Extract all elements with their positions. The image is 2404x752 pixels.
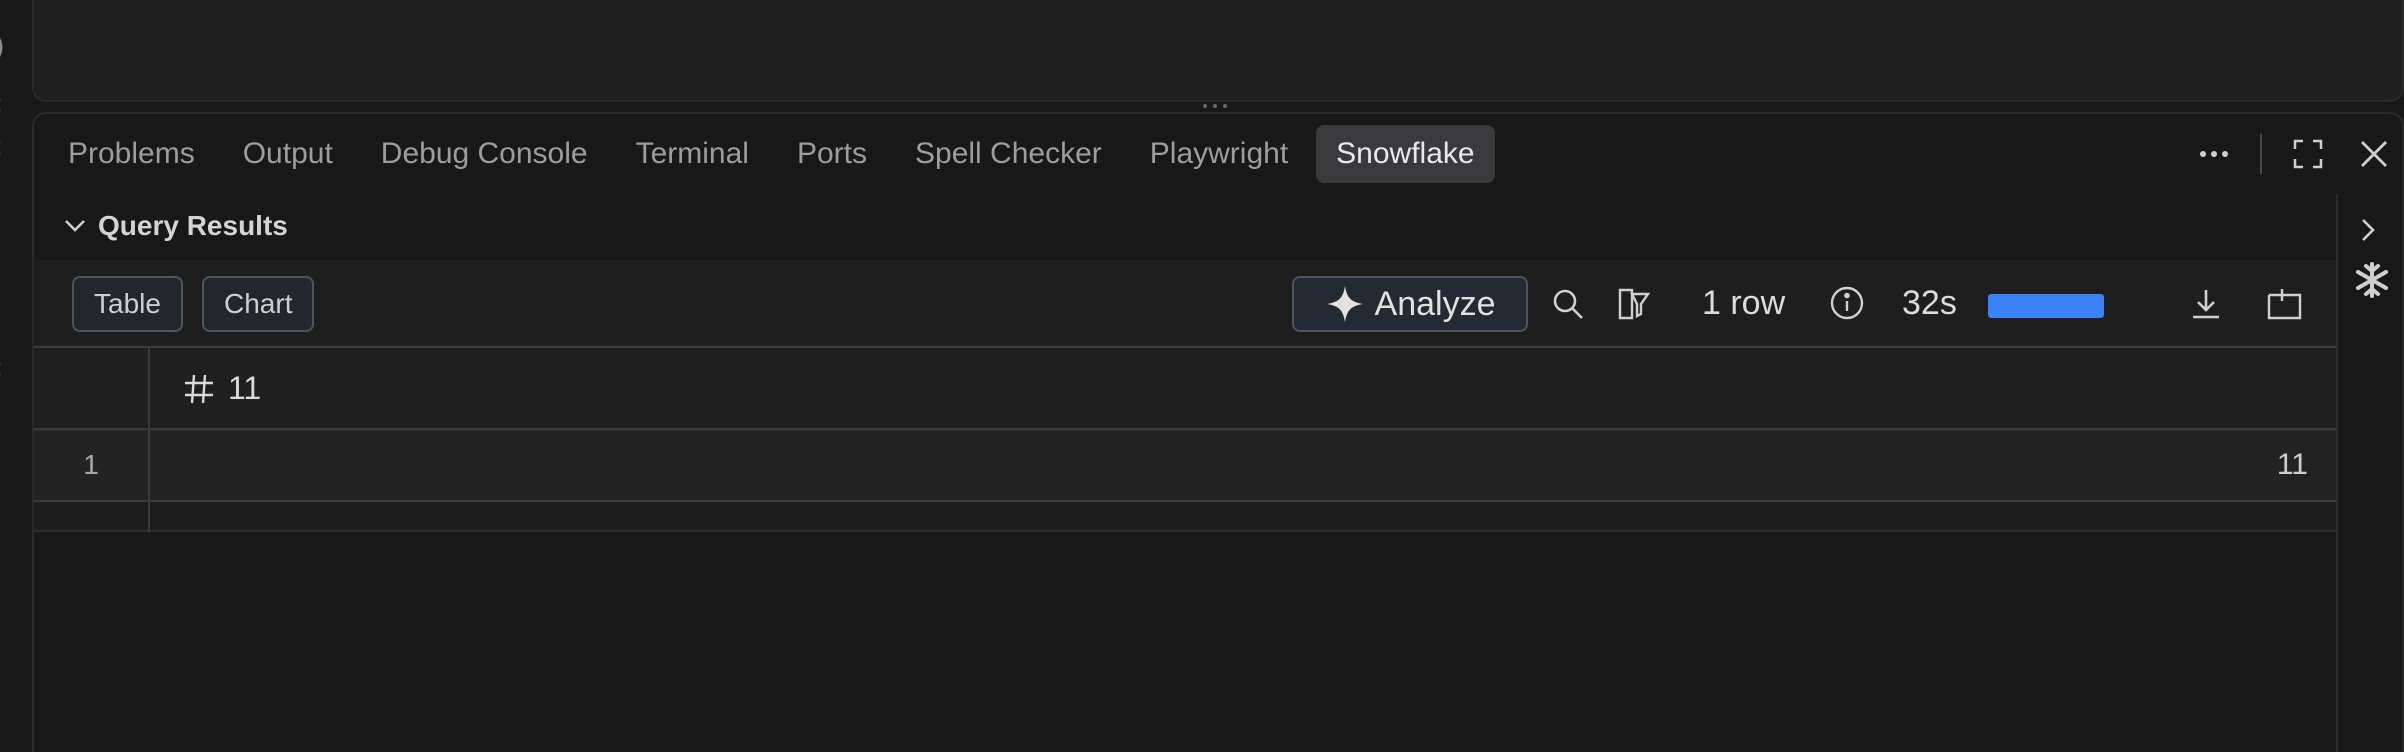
close-icon[interactable] <box>2354 134 2394 174</box>
grid-header-row: 11 <box>34 346 2338 430</box>
hash-icon <box>185 374 213 403</box>
app-window: ) : : : Problems Output Debug Console Te… <box>0 0 2404 752</box>
query-results-header[interactable]: Query Results <box>62 206 288 246</box>
tab-ports[interactable]: Ports <box>777 125 887 183</box>
activity-glyph-1: ) <box>0 30 5 63</box>
activity-glyph-3: : <box>0 130 3 163</box>
open-in-new-tab-icon[interactable] <box>2264 284 2304 324</box>
tab-snowflake[interactable]: Snowflake <box>1316 125 1495 183</box>
column-header[interactable]: 11 <box>182 370 261 407</box>
analyze-button[interactable]: Analyze <box>1292 276 1528 332</box>
filter-icon[interactable] <box>1614 284 1654 324</box>
actions-divider <box>2260 134 2262 174</box>
bottom-panel: Problems Output Debug Console Terminal P… <box>32 112 2404 752</box>
right-side-rail <box>2336 194 2402 752</box>
panel-resize-sash[interactable] <box>1198 101 1232 111</box>
ellipsis-icon[interactable] <box>2194 134 2234 174</box>
table-cell[interactable]: 11 <box>2277 448 2308 482</box>
progress-fill <box>1988 294 2104 318</box>
tab-output[interactable]: Output <box>223 125 353 183</box>
download-icon[interactable] <box>2186 284 2226 324</box>
sparkle-icon <box>1326 286 1363 322</box>
row-number-header <box>34 348 150 428</box>
chart-view-button[interactable]: Chart <box>202 276 315 332</box>
row-index: 1 <box>34 430 150 500</box>
panel-tab-bar: Problems Output Debug Console Terminal P… <box>34 114 2402 194</box>
analyze-label: Analyze <box>1374 284 1496 323</box>
search-icon[interactable] <box>1548 284 1588 324</box>
maximize-icon[interactable] <box>2288 134 2328 174</box>
query-progress-bar <box>1988 294 2104 318</box>
elapsed-time: 32s <box>1902 284 1957 322</box>
section-title: Query Results <box>98 210 288 241</box>
tab-terminal[interactable]: Terminal <box>616 125 769 183</box>
activity-glyph-2: : <box>0 86 3 119</box>
chevron-right-icon[interactable] <box>2356 216 2380 249</box>
results-toolbar: Table Chart Analyze 1 row 32s <box>34 260 2338 346</box>
row-count: 1 row <box>1702 284 1786 322</box>
column-name: 11 <box>228 370 262 406</box>
tab-playwright[interactable]: Playwright <box>1130 125 1308 183</box>
table-view-button[interactable]: Table <box>72 276 183 332</box>
results-grid: 11 1 11 <box>34 346 2338 532</box>
activity-bar-edge: ) : : : <box>0 0 28 752</box>
tab-debug-console[interactable]: Debug Console <box>361 125 608 183</box>
tab-problems[interactable]: Problems <box>48 125 215 183</box>
grid-empty-row <box>34 502 2338 532</box>
chevron-down-icon <box>65 220 85 232</box>
row-number-empty <box>34 502 150 532</box>
table-row[interactable]: 1 11 <box>34 430 2338 502</box>
activity-glyph-4: : <box>0 350 3 383</box>
editor-area <box>32 0 2404 102</box>
tab-spell-checker[interactable]: Spell Checker <box>895 125 1122 183</box>
info-icon[interactable] <box>1828 284 1866 322</box>
panel-actions <box>2194 114 2402 194</box>
snowflake-icon[interactable] <box>2352 260 2392 305</box>
